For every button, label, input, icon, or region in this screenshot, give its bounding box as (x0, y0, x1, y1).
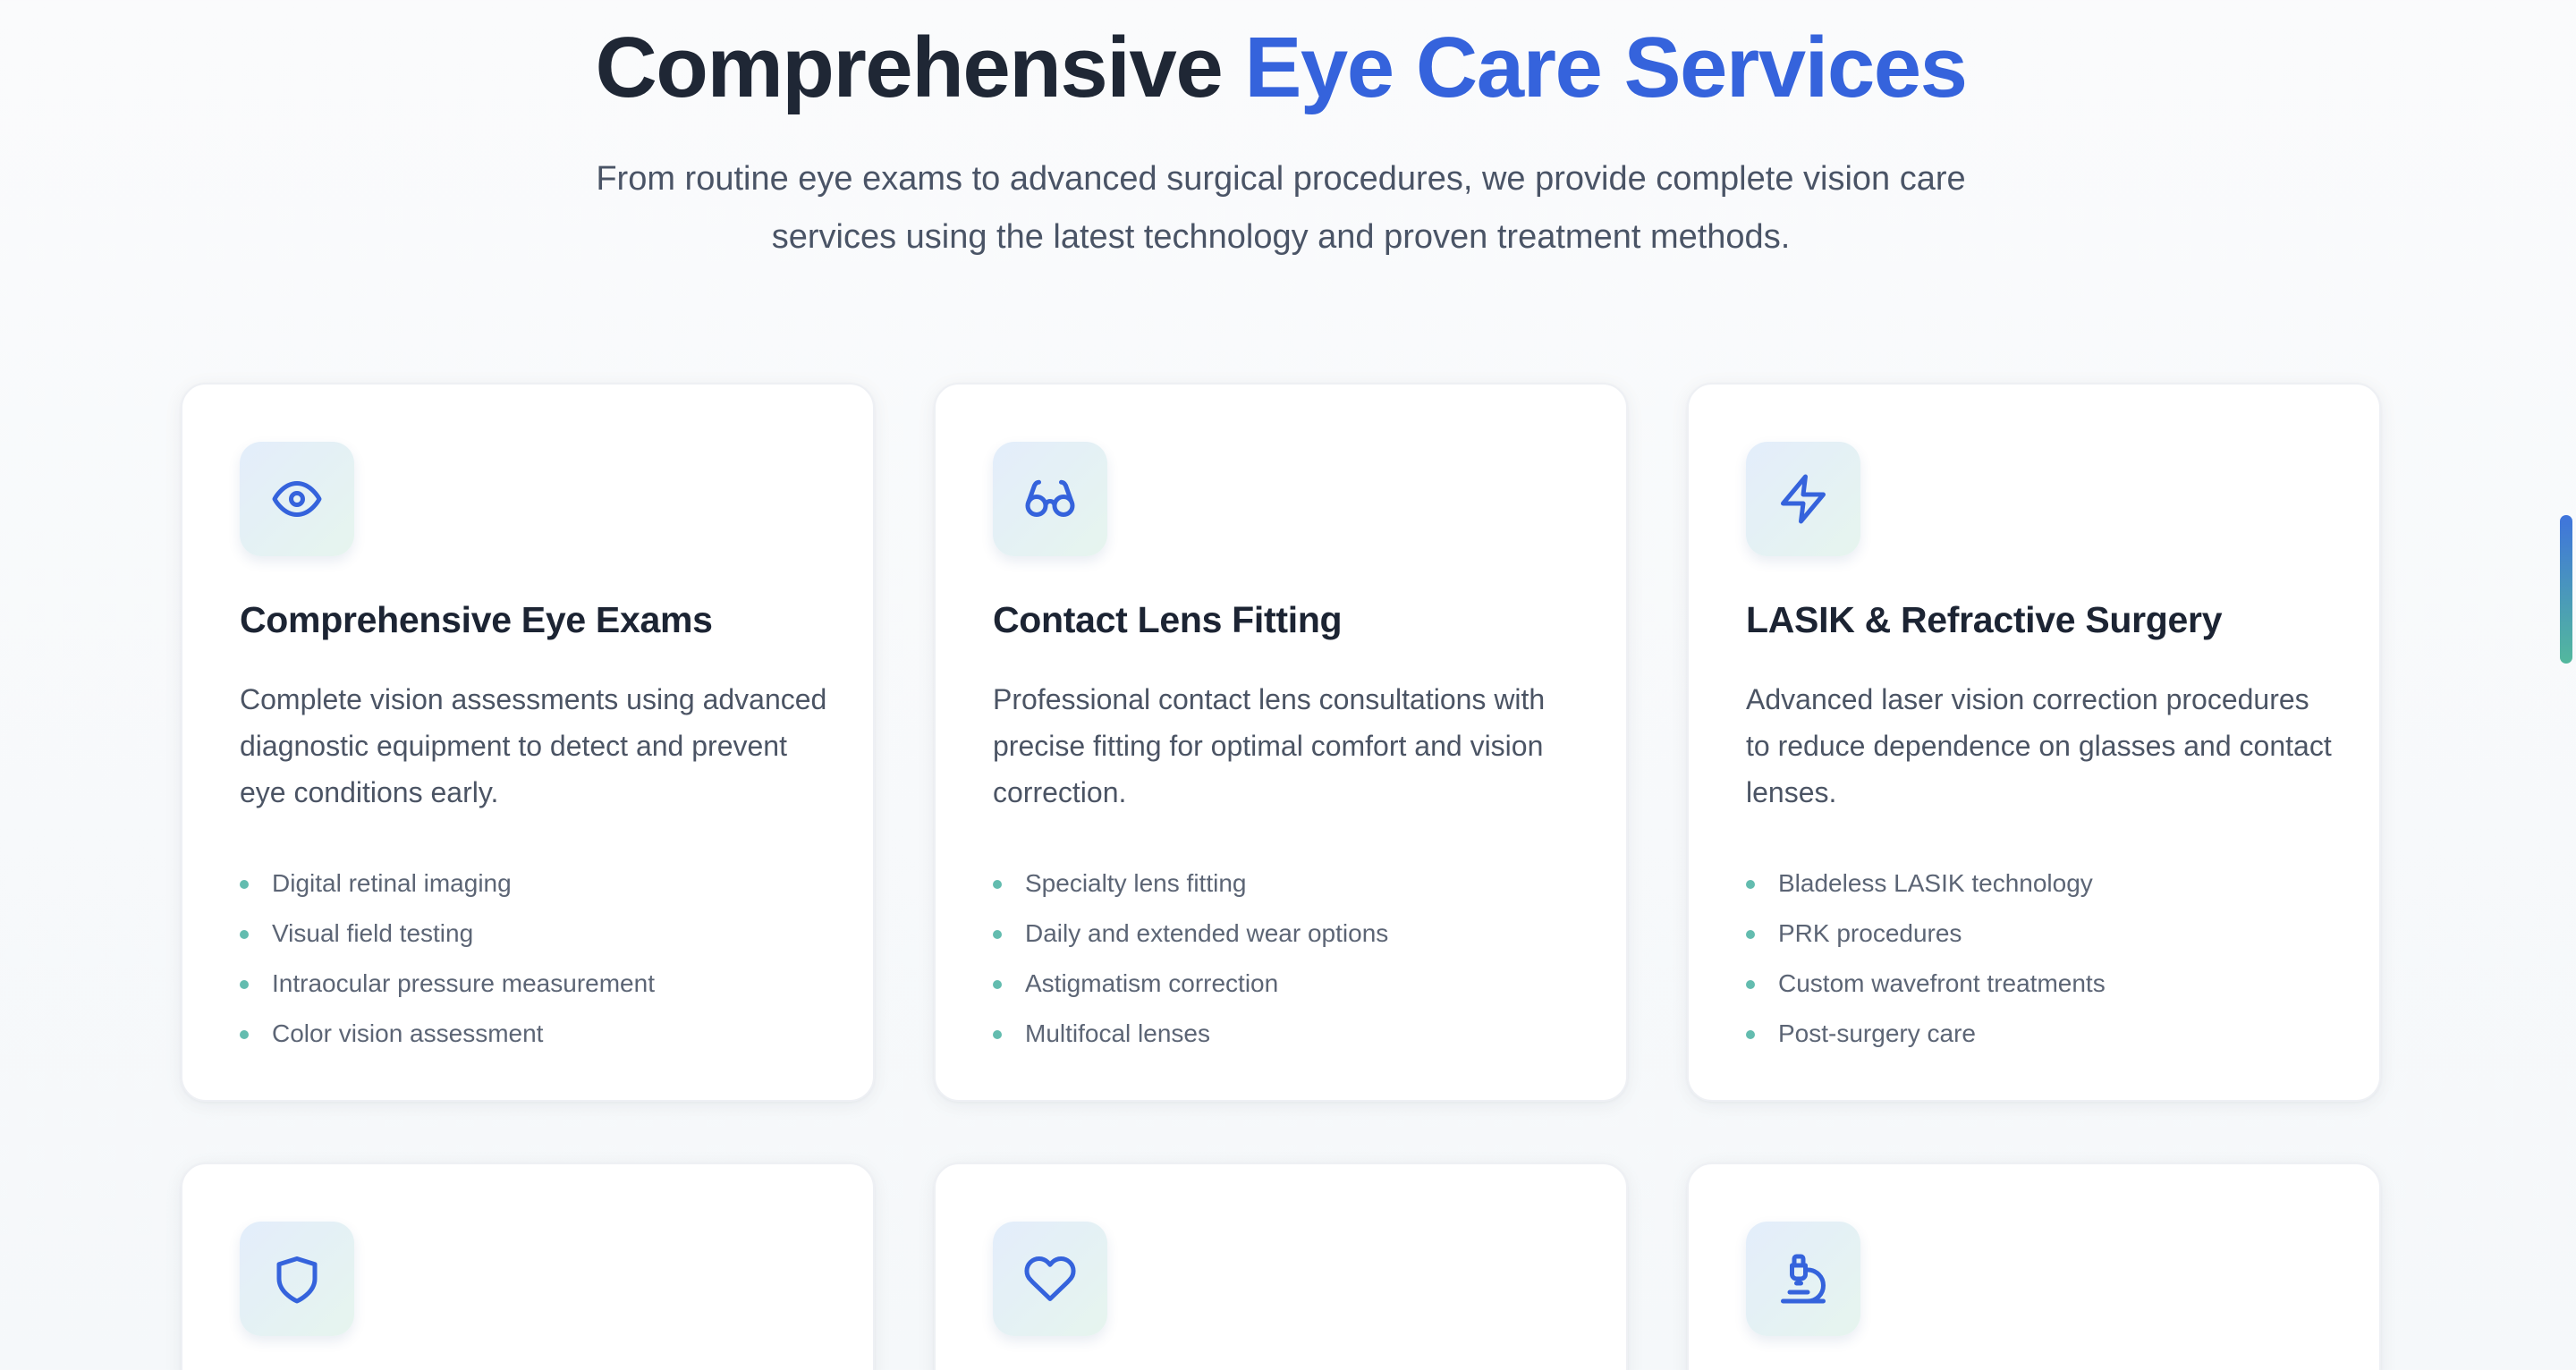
feature-label: Daily and extended wear options (1025, 919, 1389, 947)
service-card-contact-lens[interactable]: Contact Lens Fitting Professional contac… (934, 383, 1628, 1102)
heading-accent: Eye Care Services (1244, 20, 1968, 115)
lightning-icon (1746, 442, 1860, 556)
service-card-lasik[interactable]: LASIK & Refractive Surgery Advanced lase… (1687, 383, 2381, 1102)
bullet-icon (240, 980, 249, 989)
bullet-icon (993, 1030, 1002, 1039)
service-card-eye-protection[interactable] (181, 1163, 875, 1370)
feature-item: Digital retinal imaging (240, 858, 655, 909)
feature-label: Multifocal lenses (1025, 1019, 1210, 1047)
feature-label: Intraocular pressure measurement (272, 969, 655, 997)
bullet-icon (993, 980, 1002, 989)
bullet-icon (993, 880, 1002, 889)
service-card-eye-health[interactable] (934, 1163, 1628, 1370)
feature-list: Digital retinal imaging Visual field tes… (240, 858, 655, 1059)
feature-item: Intraocular pressure measurement (240, 959, 655, 1009)
bullet-icon (1746, 980, 1755, 989)
bullet-icon (1746, 930, 1755, 939)
feature-label: PRK procedures (1778, 919, 1962, 947)
microscope-icon (1746, 1222, 1860, 1336)
service-description: Advanced laser vision correction procedu… (1746, 683, 2332, 808)
service-description: Professional contact lens consultations … (993, 683, 1546, 808)
eye-icon (240, 442, 354, 556)
feature-label: Astigmatism correction (1025, 969, 1279, 997)
feature-list: Bladeless LASIK technology PRK procedure… (1746, 858, 2106, 1059)
feature-label: Color vision assessment (272, 1019, 544, 1047)
feature-item: PRK procedures (1746, 909, 2106, 959)
heading-main: Comprehensive (595, 20, 1223, 115)
heart-icon (993, 1222, 1107, 1336)
feature-list: Specialty lens fitting Daily and extende… (993, 858, 1388, 1059)
feature-item: Multifocal lenses (993, 1009, 1388, 1059)
service-card-eye-exams[interactable]: Comprehensive Eye Exams Complete vision … (181, 383, 875, 1102)
feature-label: Visual field testing (272, 919, 474, 947)
scrollbar-thumb[interactable] (2560, 515, 2572, 664)
bullet-icon (240, 1030, 249, 1039)
service-title: LASIK & Refractive Surgery (1746, 599, 2223, 640)
feature-item: Post-surgery care (1746, 1009, 2106, 1059)
bullet-icon (1746, 1030, 1755, 1039)
glasses-icon (993, 442, 1107, 556)
service-title: Comprehensive Eye Exams (240, 599, 713, 640)
service-description: Complete vision assessments using advanc… (240, 683, 827, 808)
services-section: Comprehensive Eye Care Services From rou… (0, 0, 2576, 1370)
bullet-icon (240, 930, 249, 939)
feature-label: Custom wavefront treatments (1778, 969, 2106, 997)
feature-label: Specialty lens fitting (1025, 869, 1247, 897)
feature-item: Custom wavefront treatments (1746, 959, 2106, 1009)
service-card-diagnostics[interactable] (1687, 1163, 2381, 1370)
feature-item: Visual field testing (240, 909, 655, 959)
feature-label: Post-surgery care (1778, 1019, 1976, 1047)
bullet-icon (1746, 880, 1755, 889)
feature-item: Bladeless LASIK technology (1746, 858, 2106, 909)
feature-item: Daily and extended wear options (993, 909, 1388, 959)
feature-label: Digital retinal imaging (272, 869, 512, 897)
feature-item: Astigmatism correction (993, 959, 1388, 1009)
bullet-icon (993, 930, 1002, 939)
section-heading: Comprehensive Eye Care Services (0, 16, 2562, 120)
feature-label: Bladeless LASIK technology (1778, 869, 2093, 897)
section-subtitle: From routine eye exams to advanced surgi… (596, 160, 1966, 256)
feature-item: Color vision assessment (240, 1009, 655, 1059)
shield-icon (240, 1222, 354, 1336)
service-title: Contact Lens Fitting (993, 599, 1343, 640)
feature-item: Specialty lens fitting (993, 858, 1388, 909)
bullet-icon (240, 880, 249, 889)
